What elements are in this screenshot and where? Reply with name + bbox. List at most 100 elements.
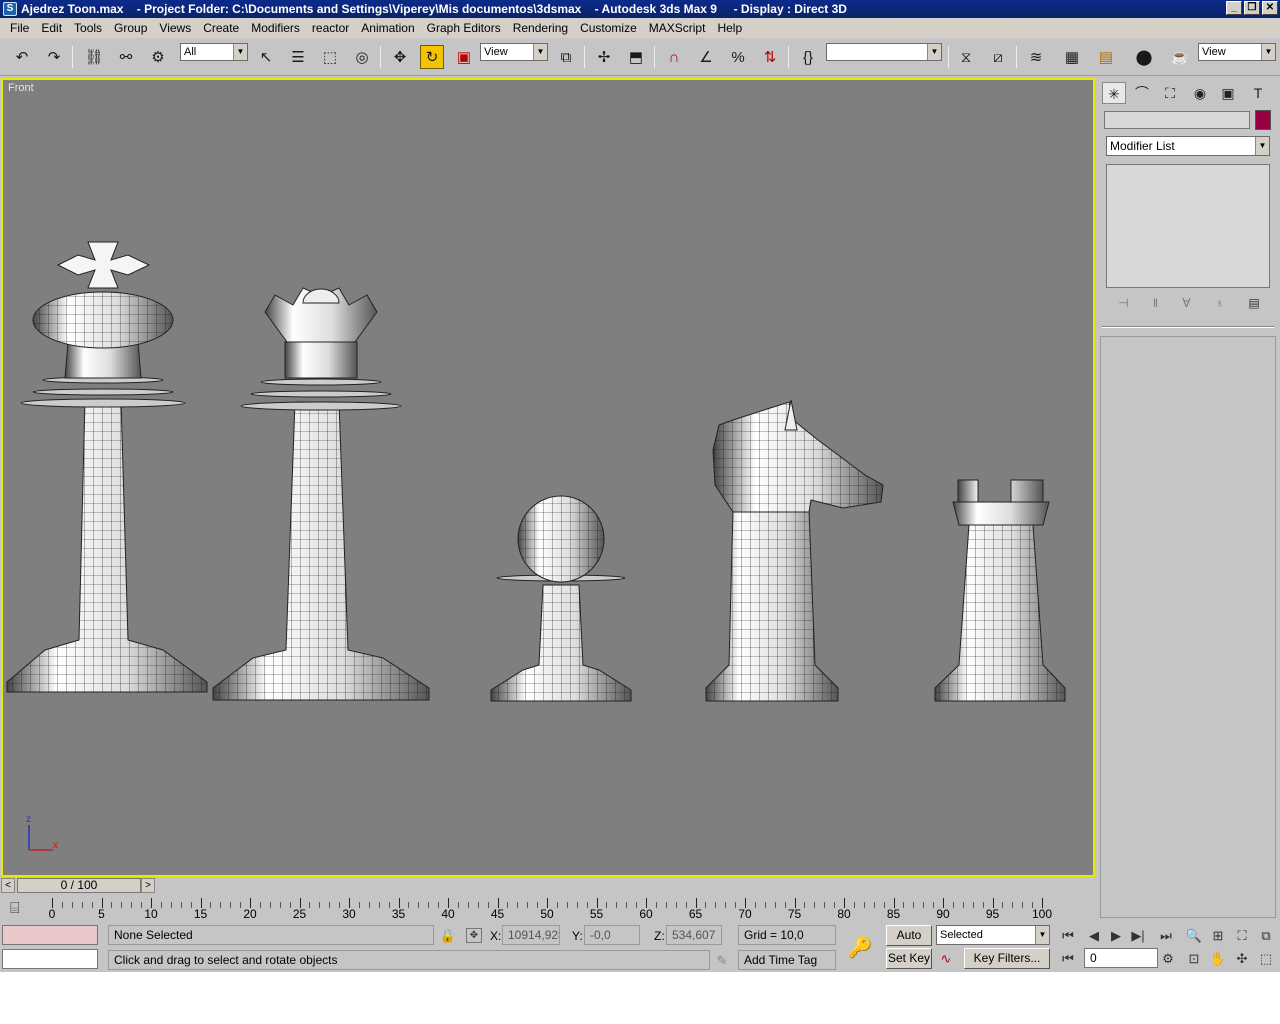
zoom-all-icon[interactable]: ⊞	[1208, 928, 1228, 944]
maximize-viewport-icon[interactable]: ⬚	[1256, 951, 1276, 967]
menu-file[interactable]: File	[4, 21, 35, 35]
time-tag-icon[interactable]: ✎	[712, 953, 732, 969]
mirror-icon[interactable]: ⧖	[954, 45, 978, 69]
set-key-button[interactable]: Set Key	[886, 948, 932, 969]
pawn-piece[interactable]	[490, 495, 632, 702]
field-of-view-icon[interactable]: ⊡	[1184, 951, 1204, 967]
object-color-swatch[interactable]	[1255, 110, 1271, 130]
go-to-end-icon[interactable]: ⏭	[1156, 928, 1176, 944]
menu-animation[interactable]: Animation	[355, 21, 420, 35]
edit-named-selection-icon[interactable]: {}	[796, 45, 820, 69]
selection-filter-dropdown[interactable]: All ▼	[180, 43, 248, 61]
key-mode-dropdown[interactable]: Selected ▼	[936, 925, 1050, 945]
make-unique-icon[interactable]: ∀	[1182, 296, 1190, 314]
select-and-move-icon[interactable]: ✥	[388, 45, 412, 69]
configure-modifier-sets-icon[interactable]: ▤	[1248, 296, 1259, 314]
menu-tools[interactable]: Tools	[68, 21, 108, 35]
menu-reactor[interactable]: reactor	[306, 21, 355, 35]
redo-icon[interactable]: ↷	[42, 45, 66, 69]
close-button[interactable]: ✕	[1262, 1, 1278, 15]
restore-button[interactable]: ❐	[1244, 1, 1260, 15]
menu-graph-editors[interactable]: Graph Editors	[421, 21, 507, 35]
select-object-icon[interactable]: ↖	[254, 45, 278, 69]
absolute-mode-icon[interactable]: ✥	[466, 928, 482, 943]
arc-rotate-icon[interactable]: ✣	[1232, 951, 1252, 967]
modify-tab-icon[interactable]: ⌒	[1130, 82, 1154, 104]
default-tangent-icon[interactable]: ∿	[936, 951, 956, 967]
play-icon[interactable]: ▶	[1106, 928, 1126, 944]
zoom-extents-icon[interactable]: ⛶	[1232, 928, 1252, 944]
motion-tab-icon[interactable]: ◉	[1188, 82, 1212, 104]
auto-key-button[interactable]: Auto Key	[886, 925, 932, 961]
pan-hand-icon[interactable]: ✋	[1208, 951, 1228, 967]
maxscript-listener-field[interactable]	[2, 925, 98, 945]
menu-help[interactable]: Help	[711, 21, 748, 35]
menu-modifiers[interactable]: Modifiers	[245, 21, 306, 35]
previous-frame-icon[interactable]: ◀	[1084, 928, 1104, 944]
time-slider-next-button[interactable]: >	[141, 878, 155, 893]
x-coordinate-field[interactable]: 10914,928	[502, 925, 560, 945]
select-and-link-icon[interactable]: ⛓	[82, 45, 106, 69]
keyboard-shortcut-override-icon[interactable]: ⬒	[624, 45, 648, 69]
display-tab-icon[interactable]: ▣	[1216, 82, 1240, 104]
hierarchy-tab-icon[interactable]: ⛶	[1158, 82, 1182, 104]
menu-edit[interactable]: Edit	[35, 21, 68, 35]
set-key-icon[interactable]: 🔑	[846, 935, 874, 960]
angle-snap-icon[interactable]: ∠	[694, 45, 718, 69]
rectangular-selection-icon[interactable]: ⬚	[318, 45, 342, 69]
curve-editor-icon[interactable]: ▦	[1060, 45, 1084, 69]
undo-icon[interactable]: ↶	[10, 45, 34, 69]
select-and-manipulate-icon[interactable]: ✢	[592, 45, 616, 69]
layer-manager-icon[interactable]: ≋	[1024, 45, 1048, 69]
maxscript-mini-listener[interactable]	[2, 949, 98, 969]
pin-stack-icon[interactable]: ⊣	[1118, 296, 1128, 314]
render-type-dropdown[interactable]: View ▼	[1198, 43, 1276, 61]
menu-create[interactable]: Create	[197, 21, 245, 35]
front-viewport[interactable]: Front z x	[1, 78, 1095, 877]
z-coordinate-field[interactable]: 534,607	[666, 925, 722, 945]
material-editor-icon[interactable]: ⬤	[1132, 45, 1156, 69]
select-and-scale-icon[interactable]: ▣	[452, 45, 476, 69]
lock-selection-icon[interactable]: 🔒	[438, 928, 458, 944]
modifier-list-dropdown[interactable]: Modifier List ▼	[1106, 136, 1270, 156]
create-tab-icon[interactable]: ✳	[1102, 82, 1126, 104]
zoom-icon[interactable]: 🔍	[1184, 928, 1204, 944]
add-time-tag-button[interactable]: Add Time Tag	[738, 950, 836, 970]
align-icon[interactable]: ⧄	[986, 45, 1010, 69]
percent-snap-icon[interactable]: %	[726, 45, 750, 69]
bind-space-warp-icon[interactable]: ⚙	[146, 45, 170, 69]
time-slider-prev-button[interactable]: <	[1, 878, 15, 893]
y-coordinate-field[interactable]: -0,0	[584, 925, 640, 945]
select-by-name-icon[interactable]: ☰	[286, 45, 310, 69]
menu-maxscript[interactable]: MAXScript	[643, 21, 712, 35]
zoom-extents-all-icon[interactable]: ⧉	[1256, 928, 1276, 944]
pivot-center-icon[interactable]: ⧉	[554, 45, 578, 69]
object-name-field[interactable]	[1104, 111, 1250, 129]
king-piece[interactable]	[6, 241, 208, 693]
render-scene-icon[interactable]: ☕	[1168, 45, 1192, 69]
snap-toggle-icon[interactable]: ∩	[662, 45, 686, 69]
curve-editor-mini-icon[interactable]: ⌸	[10, 900, 20, 918]
knight-piece[interactable]	[705, 399, 884, 702]
reference-coordinate-dropdown[interactable]: View ▼	[480, 43, 548, 61]
queen-piece[interactable]	[212, 287, 430, 701]
track-bar[interactable]: ⌸ 0 5 10 15 20 25 30 35 40 45 50 55 60 65 70 75 80 85 90 95…	[0, 896, 1098, 922]
show-end-result-icon[interactable]: ‖	[1153, 296, 1158, 314]
next-frame-icon[interactable]: ▶|	[1128, 928, 1148, 944]
window-crossing-icon[interactable]: ◎	[350, 45, 374, 69]
time-slider-thumb[interactable]: 0 / 100	[17, 878, 141, 893]
menu-group[interactable]: Group	[108, 21, 153, 35]
spinner-snap-icon[interactable]: ⇅	[758, 45, 782, 69]
utilities-tab-icon[interactable]: T	[1246, 82, 1270, 104]
named-selection-dropdown[interactable]: ▼	[826, 43, 942, 61]
select-and-rotate-icon[interactable]: ↻	[420, 45, 444, 69]
remove-modifier-icon[interactable]: ♁	[1215, 296, 1224, 314]
current-frame-field[interactable]: 0	[1084, 948, 1158, 968]
menu-views[interactable]: Views	[153, 21, 197, 35]
schematic-view-icon[interactable]: ▤	[1094, 45, 1118, 69]
modifier-stack[interactable]	[1106, 164, 1270, 288]
unlink-icon[interactable]: ⚯	[114, 45, 138, 69]
minimize-button[interactable]: _	[1226, 1, 1242, 15]
menu-rendering[interactable]: Rendering	[507, 21, 574, 35]
rook-piece[interactable]	[934, 479, 1066, 702]
